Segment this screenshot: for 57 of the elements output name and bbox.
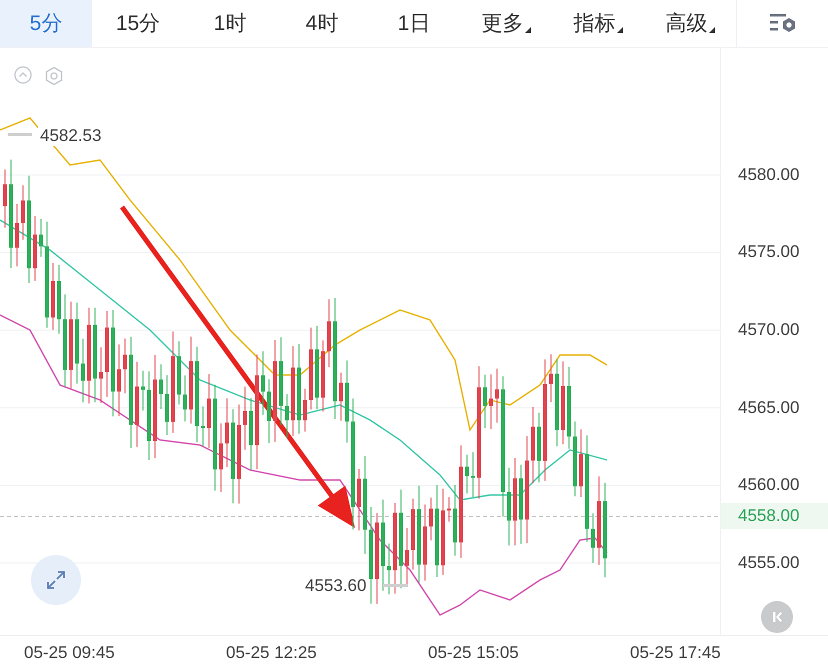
candlestick bbox=[81, 338, 85, 403]
candlestick bbox=[261, 350, 265, 416]
candlestick bbox=[327, 298, 331, 368]
candlestick bbox=[243, 386, 247, 450]
candlestick bbox=[549, 354, 553, 402]
candlestick bbox=[99, 346, 103, 404]
time-axis-label: 05-25 15:05 bbox=[427, 642, 520, 663]
price-axis-label: 4580.00 bbox=[738, 164, 800, 185]
candlestick bbox=[285, 393, 289, 438]
candlestick bbox=[141, 370, 145, 411]
candlestick bbox=[579, 428, 583, 498]
low-marker-line bbox=[383, 584, 408, 587]
candlestick bbox=[219, 422, 223, 492]
collapse-icon[interactable] bbox=[14, 66, 32, 86]
time-axis-label: 05-25 09:45 bbox=[23, 642, 116, 663]
candlestick bbox=[387, 542, 391, 595]
candlestick bbox=[339, 372, 343, 422]
candlestick bbox=[3, 168, 7, 228]
candlestick bbox=[21, 184, 25, 240]
price-axis-label: 4565.00 bbox=[738, 398, 800, 418]
last-price-label: 4558.00 bbox=[721, 503, 828, 530]
chevron-left-icon bbox=[770, 610, 784, 624]
candlestick bbox=[465, 454, 469, 494]
candlestick bbox=[591, 512, 595, 564]
candlestick bbox=[489, 374, 493, 430]
candlestick bbox=[15, 203, 19, 267]
candlestick bbox=[357, 468, 361, 531]
candlestick bbox=[165, 374, 169, 436]
time-axis-label: 05-25 12:25 bbox=[225, 642, 318, 663]
candlestick bbox=[495, 368, 499, 423]
candlestick bbox=[201, 406, 205, 446]
candlestick bbox=[123, 338, 127, 394]
candlestick bbox=[51, 262, 55, 330]
candlestick bbox=[447, 496, 451, 522]
high-marker-line bbox=[8, 132, 32, 136]
price-axis-label: 4560.00 bbox=[738, 475, 800, 496]
low-price-label: 4553.60 bbox=[305, 576, 366, 596]
candlestick bbox=[57, 264, 61, 334]
candlestick bbox=[471, 451, 475, 498]
scroll-to-latest-button[interactable] bbox=[761, 600, 793, 633]
candlestick bbox=[33, 215, 37, 282]
price-axis-label: 4575.00 bbox=[738, 242, 800, 262]
price-axis-label: 4555.00 bbox=[738, 552, 800, 573]
candlestick bbox=[483, 374, 487, 428]
candlestick bbox=[183, 374, 187, 422]
price-axis-label: 4570.00 bbox=[738, 320, 800, 340]
candlestick bbox=[225, 398, 229, 468]
candlestick bbox=[267, 378, 271, 444]
candlestick bbox=[177, 340, 181, 405]
time-axis-label: 05-25 17:45 bbox=[629, 642, 722, 663]
candlestick bbox=[159, 364, 163, 410]
timeframe-tab[interactable]: 5分 bbox=[0, 0, 92, 47]
candlestick bbox=[537, 412, 541, 483]
candlestick bbox=[303, 388, 307, 432]
candlestick bbox=[429, 497, 433, 541]
candlestick bbox=[39, 218, 43, 258]
high-price-label: 4582.53 bbox=[38, 126, 104, 146]
